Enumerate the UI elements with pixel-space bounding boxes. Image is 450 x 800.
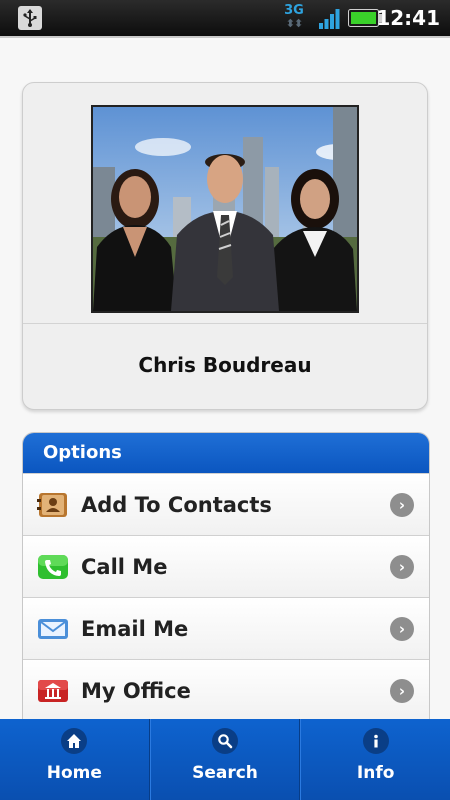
status-bar: 3G ⬍⬍ 12:41 [0,0,450,36]
options-header: Options [23,433,429,473]
nav-label: Search [192,763,258,783]
signal-icon [319,9,340,29]
option-email-me[interactable]: Email Me › [23,597,429,659]
profile-name: Chris Boudreau [138,353,312,377]
home-icon [61,728,88,754]
nav-info[interactable]: Info [300,719,450,800]
usb-icon [18,6,42,30]
profile-card: Chris Boudreau [22,82,428,410]
option-call-me[interactable]: Call Me › [23,535,429,597]
status-clock: 12:41 [376,6,440,30]
chevron-right-icon: › [390,617,414,641]
nav-home[interactable]: Home [0,719,150,800]
envelope-icon [38,619,68,639]
search-icon [212,728,238,754]
office-building-icon [38,680,68,702]
info-icon [362,728,389,754]
nav-search[interactable]: Search [149,719,301,800]
nav-label: Home [46,763,102,783]
option-label: Add To Contacts [81,493,272,517]
chevron-right-icon: › [390,493,414,517]
chevron-right-icon: › [390,555,414,579]
options-panel: Options Add To Contacts › Call Me › Emai… [22,432,430,723]
phone-icon [38,555,68,579]
option-label: My Office [81,679,191,703]
status-divider [0,36,450,38]
chevron-right-icon: › [390,679,414,703]
bottom-nav: Home Search Info [0,719,450,800]
address-book-icon [37,493,67,517]
nav-label: Info [356,763,395,783]
option-label: Call Me [81,555,168,579]
option-my-office[interactable]: My Office › [23,659,429,721]
profile-photo [91,105,359,313]
option-add-to-contacts[interactable]: Add To Contacts › [23,473,429,535]
network-3g-icon: 3G ⬍⬍ [284,3,304,30]
option-label: Email Me [81,617,189,641]
card-divider [23,323,427,324]
